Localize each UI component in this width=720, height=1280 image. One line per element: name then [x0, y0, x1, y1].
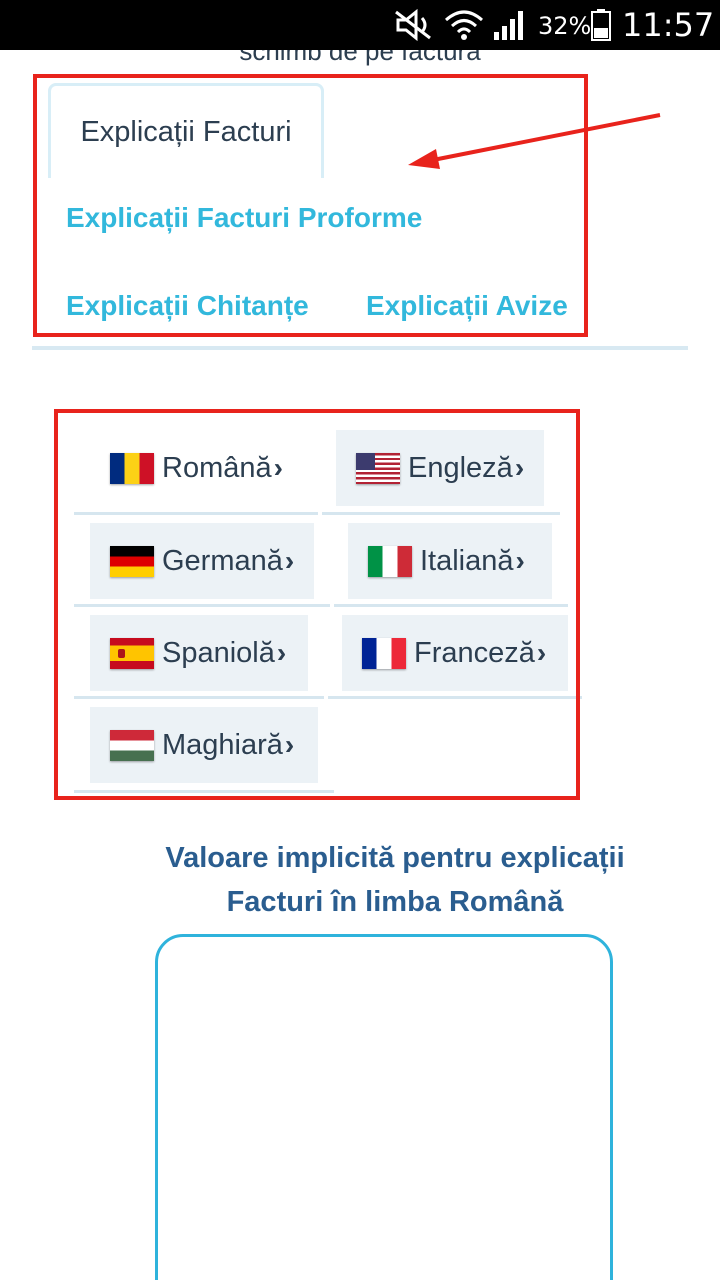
- mute-icon: [392, 8, 436, 46]
- signal-icon: [492, 8, 528, 46]
- heading-line-2: Facturi în limba Română: [226, 886, 564, 918]
- battery-icon: [590, 8, 612, 46]
- tabs-divider: [32, 346, 688, 350]
- default-value-textarea[interactable]: [155, 934, 613, 1280]
- annotation-box-languages: [54, 409, 580, 800]
- default-value-heading: Valoare implicită pentru explicații Fact…: [150, 836, 640, 924]
- wifi-icon: [444, 8, 484, 46]
- battery-percent: 32%: [538, 12, 592, 40]
- heading-line-1: Valoare implicită pentru explicații: [165, 842, 625, 874]
- annotation-box-tabs: [33, 74, 588, 337]
- status-bar-overlay: 32% 11:57: [0, 0, 720, 50]
- clock: 11:57: [622, 6, 715, 44]
